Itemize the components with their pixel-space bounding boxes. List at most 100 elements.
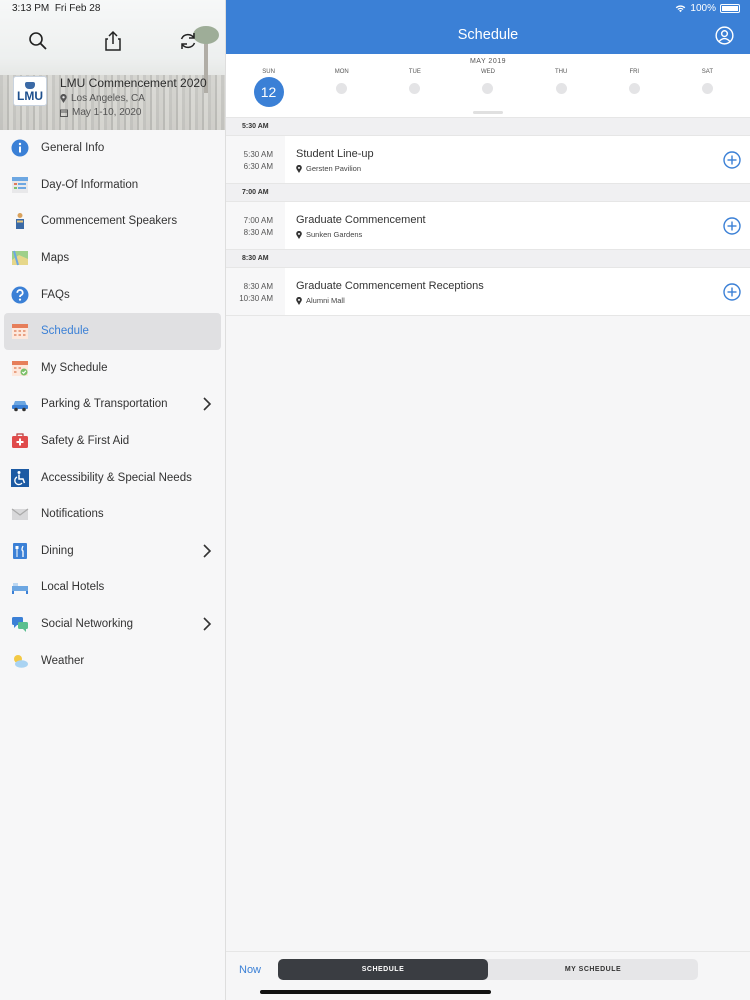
time-section-header: 5:30 AM [226, 118, 750, 136]
profile-icon[interactable] [715, 26, 734, 45]
time-section-header: 8:30 AM [226, 250, 750, 268]
sidebar-item-general-info[interactable]: General Info [0, 130, 225, 167]
schedule-event[interactable]: 7:00 AM 8:30 AM Graduate Commencement Sun… [226, 202, 750, 250]
add-to-schedule-icon[interactable] [723, 283, 741, 301]
sidebar-item-label: Maps [41, 252, 70, 265]
day-sat[interactable]: SAT [671, 69, 744, 107]
main-panel: Schedule MAY 2019 SUN 12 MON TUE WED THU … [226, 0, 750, 1000]
event-times: 5:30 AM 6:30 AM [226, 136, 285, 183]
status-right: 100% [675, 3, 740, 14]
event-title: LMU Commencement 2020 [60, 76, 207, 90]
day-wed[interactable]: WED [451, 69, 524, 107]
sidebar-item-faqs[interactable]: FAQs [0, 276, 225, 313]
wifi-icon [676, 5, 686, 13]
event-location: Alumni Mall [296, 296, 484, 305]
sidebar-menu: General Info Day-Of Information Commence… [0, 130, 225, 679]
my-calendar-icon [11, 359, 29, 377]
tab-my-schedule[interactable]: MY SCHEDULE [488, 959, 698, 980]
sidebar-item-accessibility[interactable]: Accessibility & Special Needs [0, 459, 225, 496]
fork-knife-icon [11, 542, 29, 560]
location-pin-icon [60, 94, 67, 103]
location-pin-icon [296, 296, 302, 305]
sidebar-item-safety-first-aid[interactable]: Safety & First Aid [0, 423, 225, 460]
location-pin-icon [296, 230, 302, 239]
calendar-small-icon [60, 109, 68, 117]
event-name: Graduate Commencement [296, 214, 426, 226]
sidebar-item-label: Accessibility & Special Needs [41, 471, 192, 484]
page-title: Schedule [457, 27, 519, 43]
event-name: Student Line-up [296, 148, 374, 160]
tab-schedule[interactable]: SCHEDULE [278, 959, 488, 980]
event-logo: LMU [13, 76, 47, 106]
schedule-event[interactable]: 8:30 AM 10:30 AM Graduate Commencement Re… [226, 268, 750, 316]
sidebar-item-my-schedule[interactable]: My Schedule [0, 350, 225, 387]
calendar-icon [11, 322, 29, 340]
event-dates: May 1-10, 2020 [60, 107, 142, 118]
schedule-segmented-control: SCHEDULE MY SCHEDULE [278, 959, 698, 980]
day-mon[interactable]: MON [305, 69, 378, 107]
sidebar-item-schedule[interactable]: Schedule [4, 312, 221, 350]
search-icon[interactable] [27, 30, 49, 52]
refresh-icon[interactable] [177, 30, 199, 52]
week-month: MAY 2019 [469, 58, 507, 65]
day-thu[interactable]: THU [525, 69, 598, 107]
sidebar-item-label: My Schedule [41, 361, 108, 374]
sidebar: LMU LMU Commencement 2020 Los Angeles, C… [0, 0, 226, 1000]
event-location: Gersten Pavilion [296, 164, 374, 173]
sidebar-item-label: Commencement Speakers [41, 215, 178, 228]
info-icon [11, 139, 29, 157]
first-aid-icon [11, 432, 29, 450]
sidebar-item-label: Social Networking [41, 618, 134, 631]
envelope-icon [11, 505, 29, 523]
chat-bubbles-icon [11, 615, 29, 633]
share-icon[interactable] [102, 30, 124, 52]
sidebar-item-maps[interactable]: Maps [0, 240, 225, 277]
status-bar: 3:13 PM Fri Feb 28 100% [0, 0, 750, 18]
sidebar-item-label: General Info [41, 142, 105, 155]
speaker-podium-icon [11, 212, 29, 230]
sidebar-item-label: Day-Of Information [41, 178, 139, 191]
sidebar-item-day-of-information[interactable]: Day-Of Information [0, 167, 225, 204]
chevron-right-icon[interactable] [201, 543, 213, 558]
event-location: Los Angeles, CA [60, 93, 145, 104]
bed-icon [11, 578, 29, 596]
sidebar-item-dining[interactable]: Dining [0, 533, 225, 570]
car-icon [11, 395, 29, 413]
day-sun[interactable]: SUN 12 [232, 69, 305, 107]
sidebar-item-notifications[interactable]: Notifications [0, 496, 225, 533]
chevron-right-icon[interactable] [201, 617, 213, 631]
sidebar-item-local-hotels[interactable]: Local Hotels [0, 569, 225, 606]
sidebar-item-label: Schedule [41, 325, 89, 338]
clipboard-icon [11, 176, 29, 194]
status-time: 3:13 PM Fri Feb 28 [12, 3, 101, 14]
event-times: 7:00 AM 8:30 AM [226, 202, 285, 249]
sidebar-item-commencement-speakers[interactable]: Commencement Speakers [0, 203, 225, 240]
time-section-header: 7:00 AM [226, 184, 750, 202]
event-times: 8:30 AM 10:30 AM [226, 268, 285, 315]
map-icon [11, 249, 29, 267]
accessibility-icon [11, 468, 29, 487]
sidebar-item-label: Local Hotels [41, 581, 105, 594]
day-fri[interactable]: FRI [598, 69, 671, 107]
sidebar-item-label: Notifications [41, 508, 104, 521]
event-banner: LMU LMU Commencement 2020 Los Angeles, C… [0, 0, 225, 130]
question-icon [11, 286, 29, 304]
event-location: Sunken Gardens [296, 230, 426, 239]
drag-handle[interactable] [473, 111, 503, 114]
schedule-event[interactable]: 5:30 AM 6:30 AM Student Line-up Gersten P… [226, 136, 750, 184]
now-button[interactable]: Now [239, 964, 261, 976]
sidebar-item-parking-transportation[interactable]: Parking & Transportation [0, 386, 225, 423]
weather-icon [11, 652, 29, 670]
sidebar-item-weather[interactable]: Weather [0, 642, 225, 679]
add-to-schedule-icon[interactable] [723, 151, 741, 169]
sidebar-item-label: Parking & Transportation [41, 398, 168, 411]
sidebar-item-label: Dining [41, 544, 74, 557]
chevron-right-icon[interactable] [201, 397, 213, 411]
battery-percent: 100% [690, 3, 716, 14]
sidebar-item-social-networking[interactable]: Social Networking [0, 606, 225, 643]
add-to-schedule-icon[interactable] [723, 217, 741, 235]
day-date-selected: 12 [253, 77, 284, 107]
home-indicator [260, 990, 491, 994]
day-tue[interactable]: TUE [378, 69, 451, 107]
sidebar-item-label: Weather [41, 654, 85, 667]
